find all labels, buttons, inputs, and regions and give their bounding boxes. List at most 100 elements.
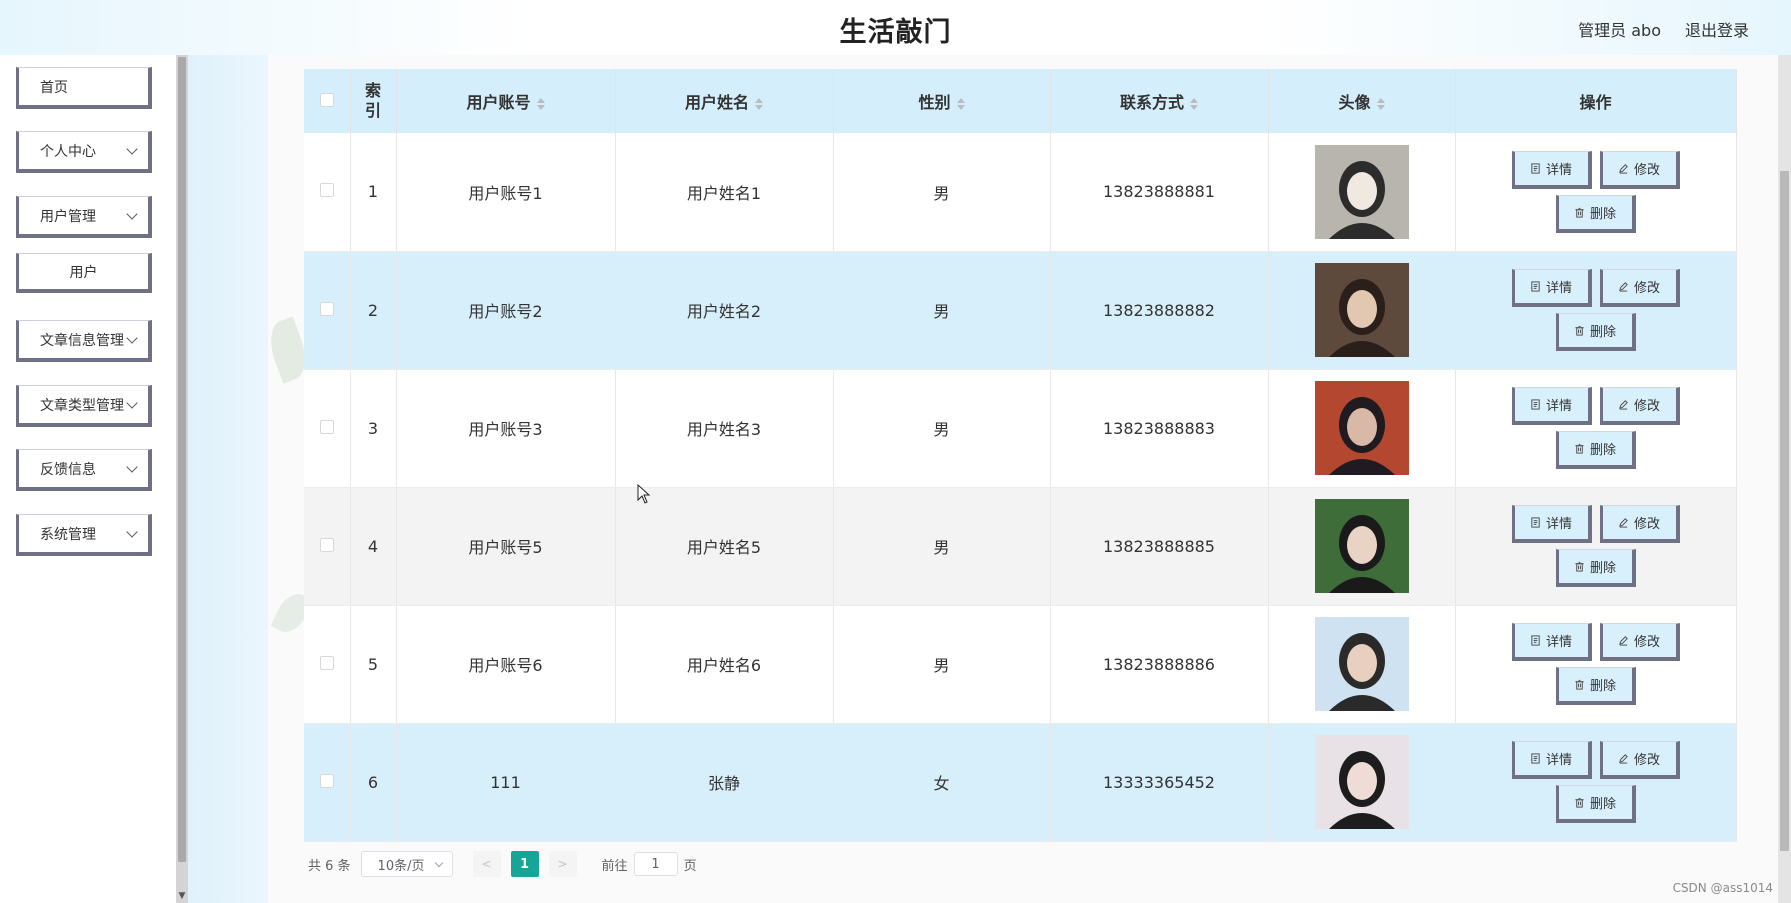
avatar[interactable] (1314, 617, 1409, 711)
page-scrollbar[interactable] (1778, 55, 1791, 903)
avatar[interactable] (1314, 735, 1409, 829)
cell-avatar (1268, 251, 1456, 370)
sidebar-scrollbar[interactable]: ▼ (176, 55, 188, 903)
delete-button[interactable]: 删除 (1555, 549, 1636, 587)
trash-icon (1575, 443, 1584, 454)
cell-index: 5 (350, 605, 397, 724)
cell-gender: 男 (833, 487, 1051, 606)
sidebar-item-home[interactable]: 首页 (16, 67, 152, 109)
detail-button[interactable]: 详情 (1511, 150, 1592, 189)
prev-page-button[interactable]: < (472, 851, 501, 877)
detail-button[interactable]: 详情 (1511, 387, 1592, 425)
table-row[interactable]: 5 用户账号6 用户姓名6 男 13823888886 详情 修改 删除 (304, 605, 1737, 724)
scroll-down-arrow-icon[interactable]: ▼ (176, 891, 188, 901)
row-select-cell (304, 605, 351, 724)
avatar[interactable] (1314, 499, 1409, 593)
sidebar-item-feedback[interactable]: 反馈信息 (16, 449, 152, 491)
sort-icon[interactable] (536, 97, 545, 110)
edit-button[interactable]: 修改 (1599, 269, 1680, 307)
trash-icon (1575, 797, 1584, 808)
column-header-phone[interactable]: 联系方式 (1050, 69, 1269, 133)
delete-button[interactable]: 删除 (1555, 313, 1636, 351)
avatar[interactable] (1314, 381, 1409, 475)
cell-phone: 13823888882 (1050, 251, 1269, 370)
row-checkbox[interactable] (319, 183, 334, 198)
cell-name: 用户姓名6 (615, 605, 834, 724)
avatar[interactable] (1314, 144, 1409, 239)
cell-name: 用户姓名3 (615, 369, 834, 488)
detail-button[interactable]: 详情 (1511, 505, 1592, 543)
cell-index: 6 (350, 723, 397, 842)
sidebar-item-users[interactable]: 用户 (16, 253, 152, 293)
column-header-gender[interactable]: 性别 (833, 69, 1051, 133)
detail-button[interactable]: 详情 (1511, 269, 1592, 307)
sidebar-item-system-management[interactable]: 系统管理 (16, 514, 152, 556)
sidebar-item-personal-center[interactable]: 个人中心 (16, 131, 152, 173)
cell-actions: 详情 修改删除 (1455, 133, 1737, 252)
chevron-down-icon (434, 858, 443, 868)
cell-actions: 详情 修改删除 (1455, 369, 1737, 488)
cell-actions: 详情 修改删除 (1455, 487, 1737, 606)
admin-user-label: 管理员 abo (1578, 21, 1661, 40)
cell-gender: 男 (833, 133, 1051, 252)
detail-button[interactable]: 详情 (1511, 623, 1592, 661)
row-checkbox[interactable] (319, 655, 334, 670)
page-scrollbar-thumb[interactable] (1780, 171, 1789, 851)
table-row[interactable]: 1 用户账号1 用户姓名1 男 13823888881 详情 修改 删除 (304, 133, 1737, 252)
delete-button[interactable]: 删除 (1555, 194, 1636, 233)
current-page-button[interactable]: 1 (510, 851, 539, 877)
next-page-button[interactable]: > (548, 851, 577, 877)
sort-icon[interactable] (1190, 97, 1198, 110)
select-all-checkbox[interactable] (319, 92, 334, 107)
sidebar-item-article-management[interactable]: 文章信息管理 (16, 320, 152, 362)
goto-page-input[interactable] (633, 852, 678, 876)
sort-icon[interactable] (956, 97, 965, 110)
table-row[interactable]: 6 111 张静女 13333365452 详情 修改 删除 (304, 723, 1737, 842)
cell-account: 用户账号6 (396, 605, 616, 724)
document-icon (1531, 281, 1540, 292)
delete-button[interactable]: 删除 (1555, 785, 1636, 823)
edit-button[interactable]: 修改 (1599, 623, 1680, 661)
table-row[interactable]: 3 用户账号3 用户姓名3 男 13823888883 详情 修改 删除 (304, 369, 1737, 488)
detail-button[interactable]: 详情 (1511, 741, 1592, 779)
row-checkbox[interactable] (319, 537, 334, 552)
mouse-cursor-icon (637, 484, 651, 504)
chevron-down-icon (126, 461, 138, 473)
sidebar-item-article-type-management[interactable]: 文章类型管理 (16, 385, 152, 427)
column-header-name[interactable]: 用户姓名 (615, 69, 834, 133)
delete-button[interactable]: 删除 (1555, 667, 1636, 705)
pagination: 共 6 条 10条/页 < 1 > 前往 页 (308, 851, 697, 877)
cell-avatar (1268, 133, 1456, 252)
edit-button[interactable]: 修改 (1599, 741, 1680, 779)
trash-icon (1575, 207, 1584, 218)
select-all-cell (304, 69, 351, 133)
cell-avatar (1268, 369, 1456, 488)
delete-button[interactable]: 删除 (1555, 431, 1636, 469)
edit-button[interactable]: 修改 (1599, 505, 1680, 543)
avatar[interactable] (1314, 263, 1409, 357)
sidebar-scrollbar-thumb[interactable] (178, 57, 186, 862)
sidebar-item-user-management[interactable]: 用户管理 (16, 196, 152, 238)
column-header-index: 索引 (350, 69, 397, 133)
row-checkbox[interactable] (319, 301, 334, 316)
user-table: 索引 用户账号 用户姓名 性别 联系方式 头像 操作 1 用户账号1 用户姓名1 男 1… (304, 69, 1737, 842)
table-row[interactable]: 2 用户账号2 用户姓名2 男 13823888882 详情 修改 删除 (304, 251, 1737, 370)
sort-icon[interactable] (755, 97, 763, 110)
logout-link[interactable]: 退出登录 (1685, 17, 1749, 41)
column-header-avatar[interactable]: 头像 (1268, 69, 1456, 133)
sort-icon[interactable] (1376, 97, 1385, 110)
row-checkbox[interactable] (319, 419, 334, 434)
document-icon (1531, 753, 1540, 764)
row-checkbox[interactable] (319, 773, 334, 788)
cell-account: 111 (396, 723, 616, 842)
cell-gender: 男 (833, 251, 1051, 370)
sidebar: 首页 个人中心 用户管理 用户 文章信息管理 文章类型管理 反馈信息 系统管理 (0, 55, 176, 903)
page-size-select[interactable]: 10条/页 (360, 851, 453, 877)
column-header-account[interactable]: 用户账号 (396, 69, 616, 133)
edit-button[interactable]: 修改 (1599, 150, 1680, 189)
pencil-icon (1619, 754, 1628, 764)
cell-actions: 详情 修改删除 (1455, 605, 1737, 724)
edit-button[interactable]: 修改 (1599, 387, 1680, 425)
cell-phone: 13823888886 (1050, 605, 1269, 724)
table-row[interactable]: 4 用户账号5 用户姓名5 男 13823888885 详情 修改 删除 (304, 487, 1737, 606)
